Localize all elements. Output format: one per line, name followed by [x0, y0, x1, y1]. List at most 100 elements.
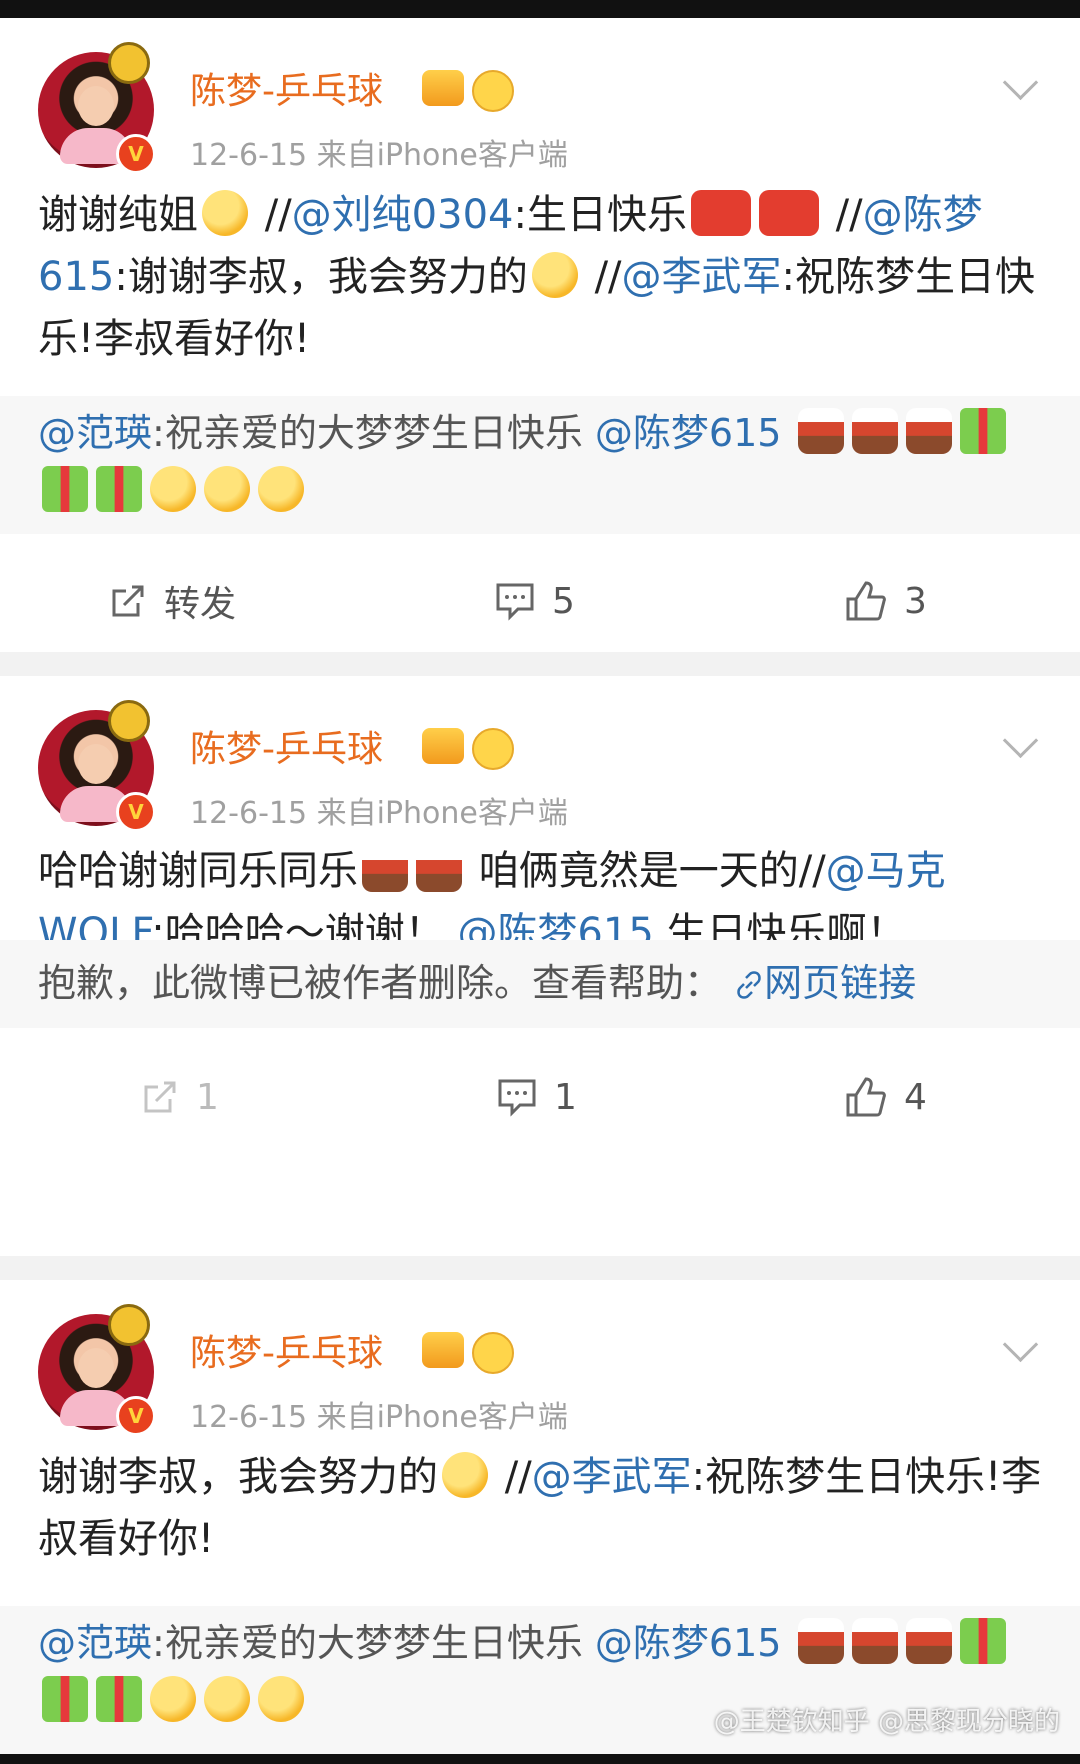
- post-meta: 12-6-15 来自iPhone客户端: [190, 138, 568, 173]
- emoji-icon: [204, 466, 250, 512]
- text-segment: //: [594, 254, 622, 300]
- quote-text: 抱歉，此微博已被作者删除。查看帮助： 网页链接: [38, 954, 1048, 1012]
- comment-button[interactable]: 5: [494, 558, 575, 644]
- medal-icon: [108, 700, 150, 742]
- avatar-face: [78, 86, 114, 126]
- post-meta: 12-6-15 来自iPhone客户端: [190, 796, 568, 831]
- repost-icon: [144, 1081, 176, 1113]
- cake-icon: [905, 408, 952, 454]
- chevron-down-icon[interactable]: [1002, 64, 1039, 101]
- verified-v-icon: V: [116, 134, 156, 174]
- repost-button[interactable]: 1: [140, 1054, 219, 1140]
- avatar-face: [78, 744, 114, 784]
- user-name[interactable]: 陈梦-乒乓球: [190, 1324, 383, 1376]
- comment-button[interactable]: 1: [496, 1054, 577, 1140]
- text-segment: :生日快乐: [513, 192, 687, 238]
- verified-v-icon: V: [116, 1396, 156, 1436]
- avatar-face: [78, 1348, 114, 1388]
- post-meta: 12-6-15 来自iPhone客户端: [190, 1400, 568, 1435]
- like-icon: [846, 581, 886, 621]
- gift-icon: [96, 1676, 142, 1722]
- medal-icon: [108, 1304, 150, 1346]
- web-link[interactable]: 网页链接: [734, 961, 916, 1005]
- mention-link[interactable]: @刘纯0304: [292, 192, 514, 238]
- status-bar: [0, 0, 1080, 18]
- comment-count: 5: [552, 580, 575, 622]
- mention-link[interactable]: @李武军: [532, 1454, 692, 1500]
- like-count: 3: [904, 580, 927, 622]
- cake-icon: [851, 1618, 898, 1664]
- emoji-icon: [442, 1452, 488, 1498]
- cake-icon: [797, 408, 844, 454]
- cake-icon: [416, 846, 462, 892]
- repost-label: 转发: [164, 584, 237, 625]
- text-segment: 谢谢李叔，我会努力的: [38, 1454, 438, 1500]
- action-bar: 1 1 4: [0, 1054, 1080, 1140]
- gift-icon: [42, 466, 88, 512]
- chevron-down-icon[interactable]: [1002, 722, 1039, 759]
- quote-body: :祝亲爱的大梦梦生日快乐: [152, 1621, 583, 1665]
- user-name[interactable]: 陈梦-乒乓球: [190, 62, 383, 114]
- like-icon: [846, 1077, 886, 1117]
- comment-icon: [496, 583, 534, 621]
- badge-emoji-icon: [472, 728, 514, 770]
- repost-button[interactable]: 转发: [108, 558, 236, 644]
- emoji-icon: [531, 252, 578, 298]
- text-segment: //: [504, 1454, 532, 1500]
- like-button[interactable]: 4: [844, 1054, 927, 1140]
- emoji-icon: [258, 466, 304, 512]
- weibo-post: V 陈梦-乒乓球 12-6-15 来自iPhone客户端 谢谢李叔，我会努力的 …: [0, 1280, 1080, 1754]
- quote-body: :祝亲爱的大梦梦生日快乐: [152, 411, 583, 455]
- emoji-icon: [150, 1676, 196, 1722]
- mention-link[interactable]: @范瑛: [38, 1621, 152, 1665]
- mention-link[interactable]: @陈梦615: [595, 411, 782, 455]
- watermark: @王楚钦知乎 @思黎现分晓的: [713, 1707, 1060, 1737]
- crown-icon: [422, 728, 464, 764]
- mention-link[interactable]: @李武军: [622, 254, 782, 300]
- user-name[interactable]: 陈梦-乒乓球: [190, 720, 383, 772]
- crown-icon: [422, 70, 464, 106]
- like-count: 4: [904, 1076, 927, 1118]
- comment-icon: [498, 1079, 536, 1117]
- bottom-edge: [0, 1754, 1080, 1764]
- cake-icon: [797, 1618, 844, 1664]
- text-segment: 咱俩竟然是一天的//: [478, 848, 826, 894]
- cake-icon: [905, 1618, 952, 1664]
- cake-icon: [362, 846, 408, 892]
- quote-text: @范瑛:祝亲爱的大梦梦生日快乐 @陈梦615: [38, 404, 1048, 520]
- text-segment: :谢谢李叔，我会努力的: [114, 254, 528, 300]
- badge-emoji-icon: [472, 70, 514, 112]
- gift-icon: [959, 408, 1006, 454]
- web-link-label: 网页链接: [764, 961, 917, 1005]
- badge-emoji-icon: [472, 1332, 514, 1374]
- text-segment: //: [835, 192, 863, 238]
- chevron-down-icon[interactable]: [1002, 1326, 1039, 1363]
- post-text: 谢谢纯姐 //@刘纯0304:生日快乐 //@陈梦615:谢谢李叔，我会努力的 …: [38, 184, 1048, 370]
- weibo-post: V 陈梦-乒乓球 12-6-15 来自iPhone客户端 哈哈谢谢同乐同乐 咱俩…: [0, 676, 1080, 1256]
- emoji-icon: [690, 190, 751, 236]
- cake-icon: [851, 408, 898, 454]
- link-icon: [737, 971, 761, 999]
- gift-icon: [96, 466, 142, 512]
- repost-icon: [112, 585, 144, 617]
- deleted-notice: 抱歉，此微博已被作者删除。查看帮助：: [38, 961, 723, 1005]
- quoted-post[interactable]: 抱歉，此微博已被作者删除。查看帮助： 网页链接: [0, 940, 1080, 1028]
- medal-icon: [108, 42, 150, 84]
- action-bar: 转发 5 3: [0, 558, 1080, 644]
- emoji-icon: [202, 190, 248, 236]
- like-button[interactable]: 3: [844, 558, 927, 644]
- mention-link[interactable]: @范瑛: [38, 411, 152, 455]
- emoji-icon: [204, 1676, 250, 1722]
- gift-icon: [42, 1676, 88, 1722]
- crown-icon: [422, 1332, 464, 1368]
- text-segment: //: [264, 192, 292, 238]
- quoted-post[interactable]: @范瑛:祝亲爱的大梦梦生日快乐 @陈梦615: [0, 396, 1080, 534]
- emoji-icon: [258, 1676, 304, 1722]
- repost-count: 1: [196, 1076, 219, 1118]
- comment-count: 1: [554, 1076, 577, 1118]
- emoji-icon: [150, 466, 196, 512]
- verified-v-icon: V: [116, 792, 156, 832]
- weibo-post: V 陈梦-乒乓球 12-6-15 来自iPhone客户端 谢谢纯姐 //@刘纯0…: [0, 18, 1080, 652]
- mention-link[interactable]: @陈梦615: [595, 1621, 782, 1665]
- emoji-icon: [758, 190, 819, 236]
